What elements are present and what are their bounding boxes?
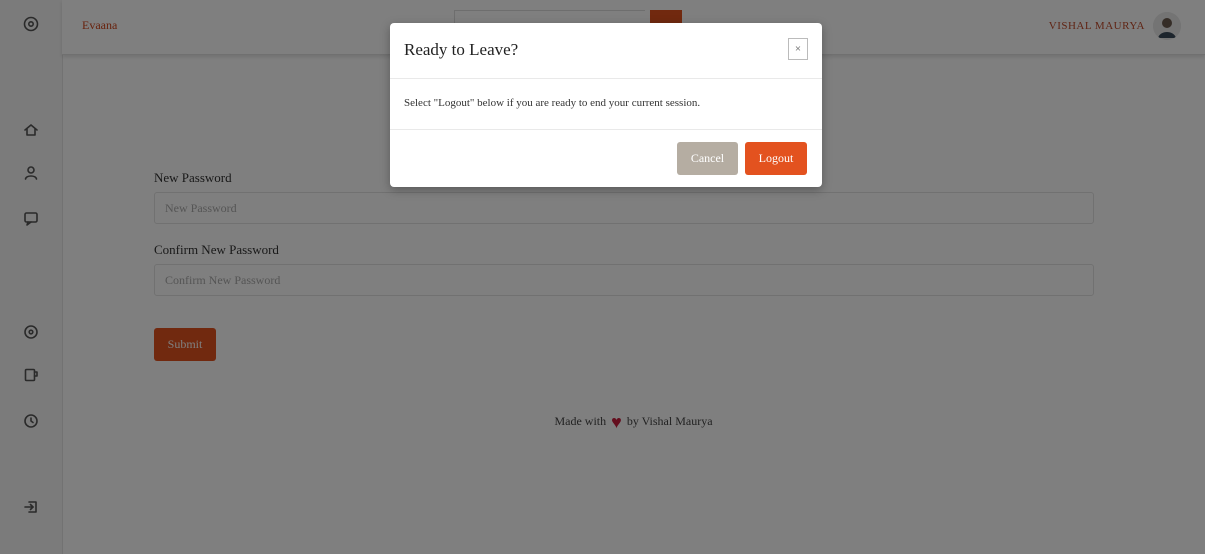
modal-title: Ready to Leave? — [404, 40, 519, 59]
close-icon: × — [794, 43, 802, 55]
modal-header: Ready to Leave? × — [390, 23, 822, 79]
close-button[interactable]: × — [788, 38, 808, 60]
logout-button[interactable]: Logout — [745, 142, 807, 175]
cancel-button[interactable]: Cancel — [677, 142, 738, 175]
logout-modal: Ready to Leave? × Select "Logout" below … — [390, 23, 822, 187]
modal-message: Select "Logout" below if you are ready t… — [404, 97, 701, 109]
modal-footer: Cancel Logout — [390, 130, 822, 188]
modal-body: Select "Logout" below if you are ready t… — [390, 79, 822, 130]
